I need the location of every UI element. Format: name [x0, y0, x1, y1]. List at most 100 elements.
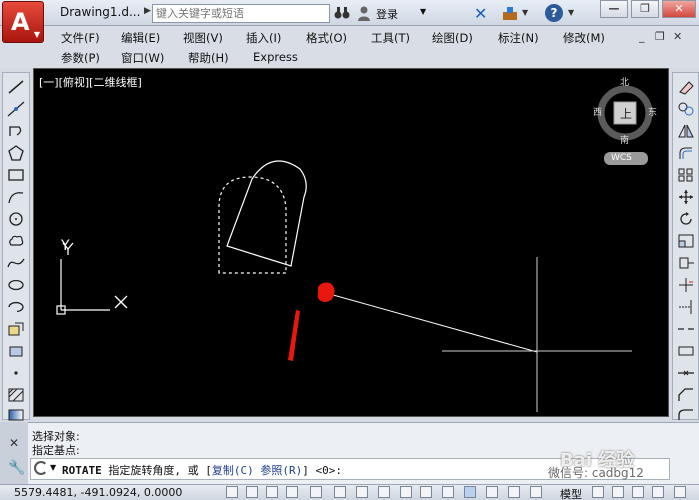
user-icon[interactable]: [357, 5, 371, 21]
object-snap-icon[interactable]: [334, 486, 346, 498]
join-icon[interactable]: [677, 365, 695, 381]
array-icon[interactable]: [677, 167, 695, 183]
autocad-window: A ▼ Drawing1.d... ▶ 登录 ▼ ✕ ▼ ? ▼ — ❐ ✕ 文…: [0, 0, 699, 500]
customize-wrench-icon[interactable]: 🔧: [8, 460, 25, 476]
recent-commands-icon[interactable]: [34, 461, 48, 475]
insert-block-icon[interactable]: [7, 321, 25, 337]
snap-mode-icon[interactable]: [246, 486, 258, 498]
search-input[interactable]: [152, 4, 330, 23]
login-link[interactable]: 登录: [376, 6, 398, 22]
menu-view[interactable]: 视图(V): [183, 30, 223, 46]
circle-icon[interactable]: [7, 211, 25, 227]
viewcube-east: 东: [648, 108, 658, 118]
minimize-button[interactable]: —: [600, 0, 628, 18]
menu-edit[interactable]: 编辑(E): [121, 30, 160, 46]
hatch-icon[interactable]: [7, 387, 25, 403]
viewport-label[interactable]: [一][俯视][二维线框]: [39, 74, 142, 90]
close-button[interactable]: ✕: [662, 0, 696, 18]
transparency-icon[interactable]: [464, 486, 476, 498]
offset-icon[interactable]: [677, 145, 695, 161]
lineweight-icon[interactable]: [442, 486, 454, 498]
spline-icon[interactable]: [7, 255, 25, 271]
drawing-svg: [56, 85, 653, 412]
fillet-icon[interactable]: [677, 407, 695, 423]
menu-window[interactable]: 窗口(W): [121, 50, 164, 66]
viewcube-top-face[interactable]: 上: [620, 105, 632, 122]
ellipse-icon[interactable]: [7, 277, 25, 293]
doc-close-button[interactable]: ✕: [673, 30, 682, 43]
break-at-point-icon[interactable]: [677, 321, 695, 337]
layout-icon[interactable]: [592, 486, 604, 498]
move-icon[interactable]: [677, 189, 695, 205]
rectangle-icon[interactable]: [7, 167, 25, 183]
gradient-icon[interactable]: [7, 407, 25, 423]
trim-icon[interactable]: [677, 277, 695, 293]
viewcube-south: 南: [620, 136, 630, 146]
allow-ucs-icon[interactable]: [400, 486, 412, 498]
object-snap-tracking-icon[interactable]: [378, 486, 390, 498]
chamfer-icon[interactable]: [677, 387, 695, 403]
break-icon[interactable]: [677, 343, 695, 359]
search-binoculars-icon[interactable]: [334, 5, 350, 21]
polar-tracking-icon[interactable]: [310, 486, 322, 498]
quick-view-layouts-icon[interactable]: [612, 486, 624, 498]
rotate-icon[interactable]: [677, 211, 695, 227]
scale-icon[interactable]: [677, 233, 695, 249]
stretch-icon[interactable]: [677, 255, 695, 271]
option-copy[interactable]: 复制(C): [212, 464, 254, 477]
help-dropdown-icon[interactable]: ▼: [568, 8, 574, 17]
menu-parametric[interactable]: 参数(P): [61, 50, 100, 66]
3d-object-snap-icon[interactable]: [356, 486, 368, 498]
quick-properties-icon[interactable]: [486, 486, 498, 498]
menu-dimension[interactable]: 标注(N): [498, 30, 539, 46]
doc-restore-button[interactable]: ❐: [655, 30, 665, 43]
menu-file[interactable]: 文件(F): [61, 30, 100, 46]
point-icon[interactable]: [7, 365, 25, 381]
ortho-mode-icon[interactable]: [286, 486, 298, 498]
wcs-menu[interactable]: WCS: [611, 153, 632, 163]
x-autodesk-icon[interactable]: ✕: [474, 4, 492, 23]
annotation-scale-icon[interactable]: [652, 486, 664, 498]
selection-cycling-icon[interactable]: [508, 486, 520, 498]
menu-help[interactable]: 帮助(H): [188, 50, 229, 66]
menu-express[interactable]: Express: [253, 50, 298, 64]
login-dropdown-icon[interactable]: ▼: [420, 7, 426, 16]
menu-modify[interactable]: 修改(M): [563, 30, 605, 46]
erase-icon[interactable]: [677, 79, 695, 95]
menu-draw[interactable]: 绘图(D): [432, 30, 473, 46]
option-reference[interactable]: 参照(R): [260, 464, 302, 477]
annotation-monitor-icon[interactable]: [530, 486, 542, 498]
revision-cloud-icon[interactable]: [7, 233, 25, 249]
exchange-icon[interactable]: [501, 4, 519, 22]
polygon-icon[interactable]: [7, 145, 25, 161]
grid-display-icon[interactable]: [266, 486, 278, 498]
mirror-icon[interactable]: [677, 123, 695, 139]
close-icon[interactable]: ✕: [9, 436, 19, 450]
dynamic-input-icon[interactable]: [420, 486, 432, 498]
line-icon[interactable]: [7, 79, 25, 95]
extend-icon[interactable]: [677, 299, 695, 315]
help-icon[interactable]: ?: [545, 4, 563, 22]
menu-insert[interactable]: 插入(I): [246, 30, 281, 46]
ellipse-arc-icon[interactable]: [7, 299, 25, 315]
model-tab[interactable]: 模型: [560, 486, 582, 500]
restore-button[interactable]: ❐: [631, 0, 659, 18]
arc-icon[interactable]: [7, 189, 25, 205]
clean-screen-icon[interactable]: [674, 486, 686, 498]
exchange-dropdown-icon[interactable]: ▼: [522, 8, 528, 17]
application-menu-button[interactable]: A ▼: [2, 1, 44, 43]
chevron-down-icon[interactable]: ▼: [50, 463, 56, 472]
polyline-icon[interactable]: [7, 123, 25, 139]
copy-icon[interactable]: [677, 101, 695, 117]
quick-view-drawings-icon[interactable]: [632, 486, 644, 498]
drawing-canvas[interactable]: [一][俯视][二维线框] 上 北 南 东 西 WCS Y: [33, 68, 669, 417]
coordinate-readout[interactable]: 5579.4481, -491.0924, 0.0000: [14, 486, 182, 499]
construction-line-icon[interactable]: [7, 101, 25, 117]
title-expand-icon[interactable]: ▶: [144, 6, 151, 16]
chevron-down-icon: ▼: [33, 30, 40, 39]
menu-format[interactable]: 格式(O): [306, 30, 347, 46]
infer-constraints-icon[interactable]: [226, 486, 238, 498]
make-block-icon[interactable]: [7, 343, 25, 359]
menu-tools[interactable]: 工具(T): [371, 30, 410, 46]
doc-minimize-button[interactable]: _: [639, 30, 645, 43]
